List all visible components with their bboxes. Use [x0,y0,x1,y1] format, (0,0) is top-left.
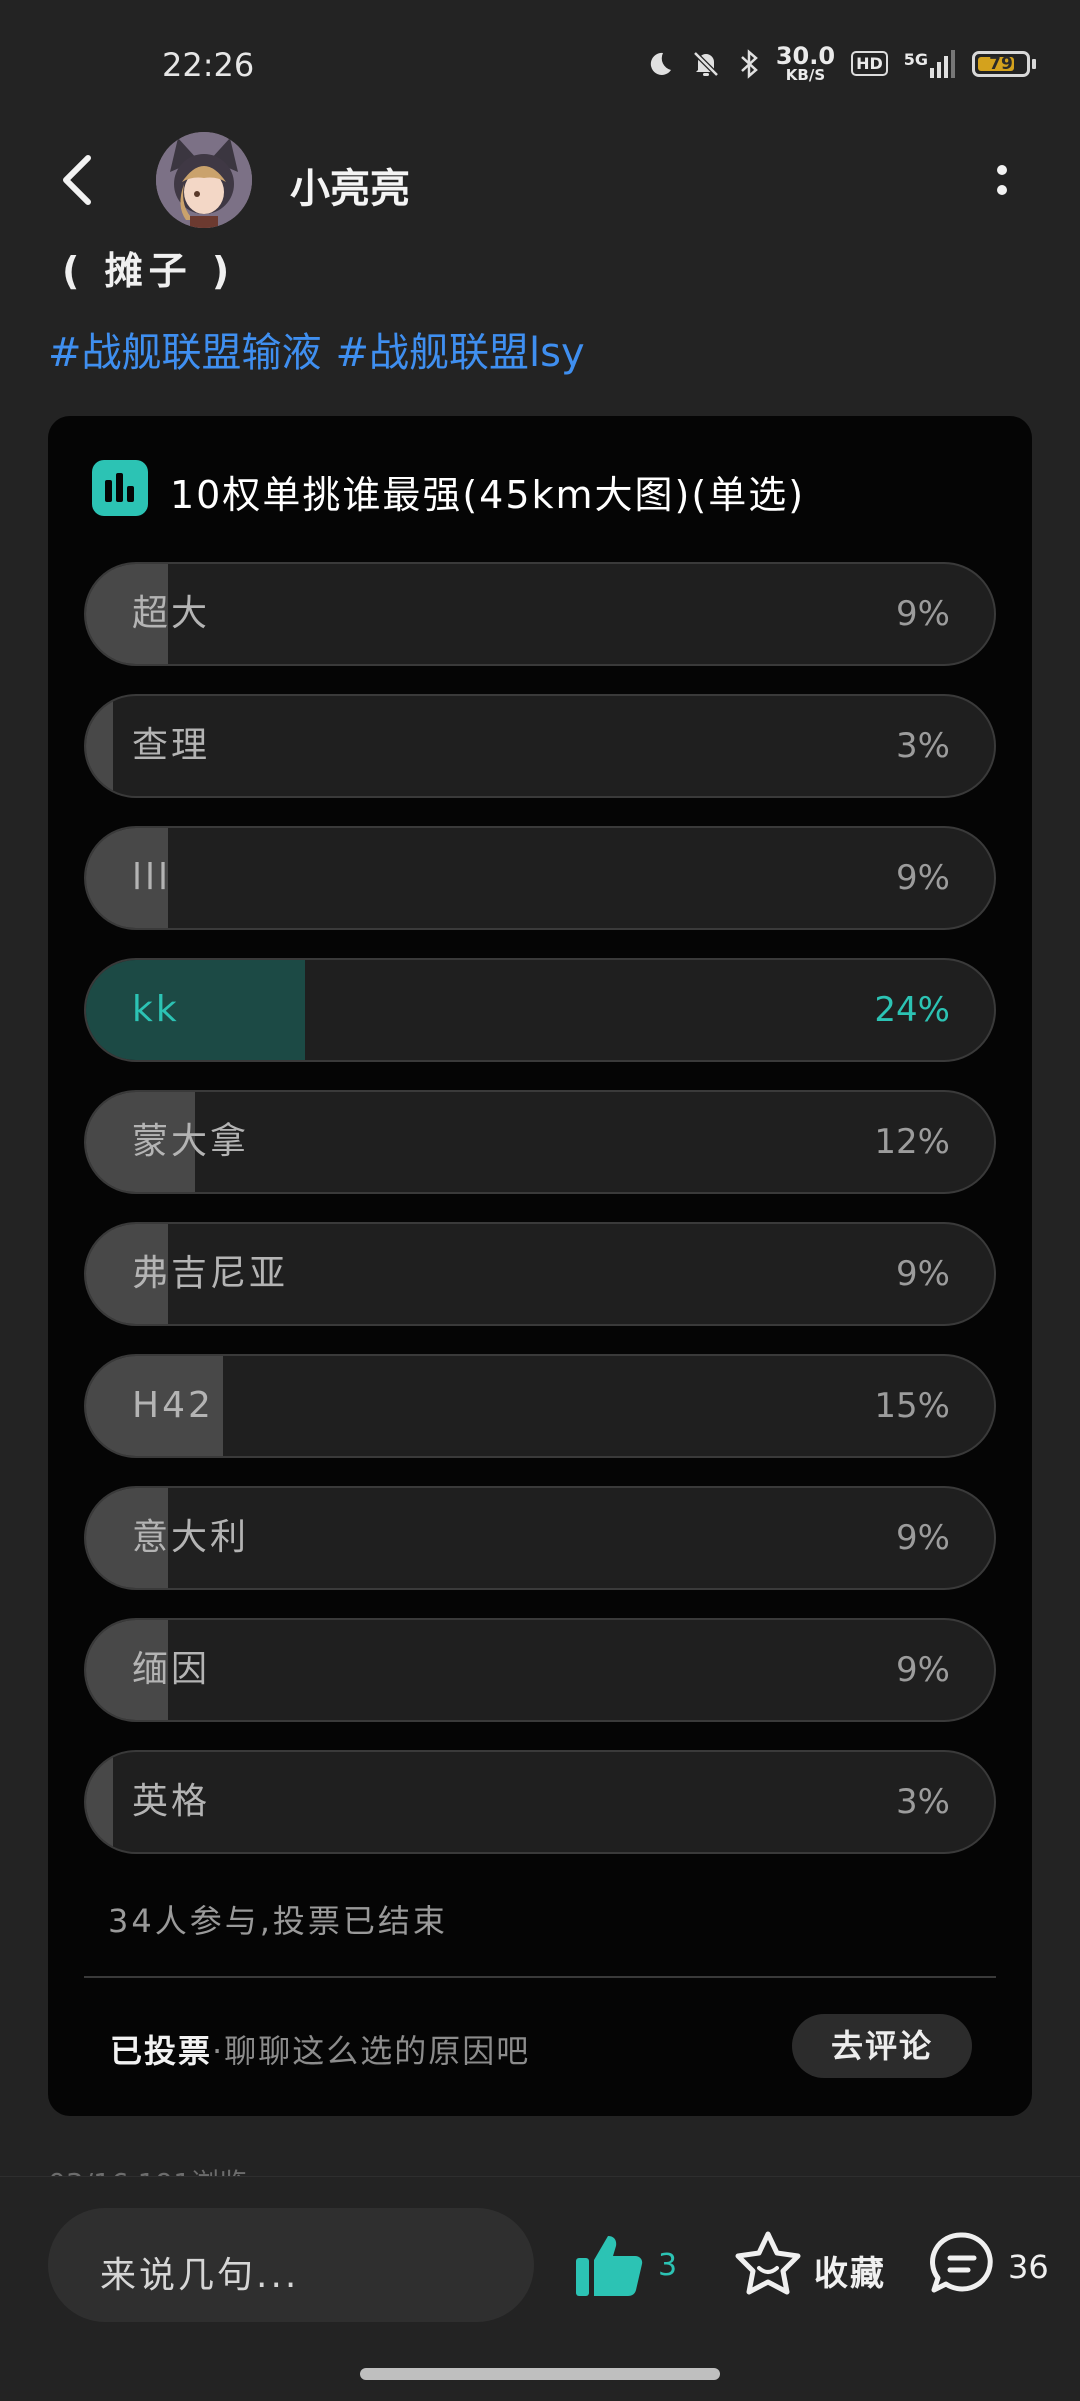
poll-option-bar [86,960,305,1060]
poll-option: 弗吉尼亚 9% [84,1222,996,1326]
poll-option-percent: 24% [874,990,950,1030]
status-time: 22:26 [162,46,255,84]
poll-option-percent: 3% [896,1782,950,1822]
chevron-left-icon [63,155,91,205]
poll-option-percent: 15% [874,1386,950,1426]
status-icons: 30.0 KB/S HD 5G 79 [644,44,1036,83]
topic-tag[interactable]: #战舰联盟lsy [336,320,585,378]
poll-option: 超大 9% [84,562,996,666]
avatar-image [156,132,252,228]
poll-option: 英格 3% [84,1750,996,1854]
poll-option: 缅因 9% [84,1618,996,1722]
like-count: 3 [658,2248,678,2283]
poll-option-percent: 12% [874,1122,950,1162]
battery-icon: 79 [972,50,1036,77]
voted-prompt: 已投票·聊聊这么选的原因吧 [110,2026,530,2072]
poll-option: 查理 3% [84,694,996,798]
bell-muted-icon [693,50,719,77]
moon-icon [650,52,671,75]
like-button[interactable] [574,2232,644,2298]
poll-option: 蒙大拿 12% [84,1090,996,1194]
poll-title: 10权单挑谁最强(45km大图)(单选) [170,473,806,517]
poll-option: kk 24% [84,958,996,1062]
poll-option: lll 9% [84,826,996,930]
comments-button[interactable] [928,2230,996,2296]
poll-option-label: lll [132,857,172,898]
topic-tags: #战舰联盟输液 #战舰联盟lsy [48,320,585,378]
go-comment-button[interactable]: 去评论 [792,2014,972,2078]
poll-option-label: 蒙大拿 [132,1121,250,1162]
signal-bars-icon [930,49,955,78]
back-button[interactable] [54,150,104,210]
more-options-button[interactable] [990,160,1014,204]
signal-label: 5G [903,49,928,69]
poll-option-label: 超大 [132,593,211,634]
poll-option-label: 意大利 [132,1517,250,1558]
poll-option: H42 15% [84,1354,996,1458]
poll-option-percent: 9% [896,858,950,898]
more-vertical-icon [997,165,1007,195]
poll-option-label: 缅因 [132,1649,211,1690]
net-speed-value: 30.0 [775,42,836,70]
avatar[interactable] [156,132,252,228]
poll-option-bar [86,696,113,796]
comment-bubble-icon [930,2232,993,2293]
voted-hint: ·聊聊这么选的原因吧 [212,2032,531,2070]
post-text-fragment: ( 摊子 ) [62,249,236,293]
poll-option-percent: 9% [896,1518,950,1558]
comment-input-placeholder: 来说几句... [100,2255,300,2296]
divider [84,1976,996,1978]
thumbs-up-icon [576,2236,643,2296]
topic-tag[interactable]: #战舰联盟输液 [48,320,322,378]
voted-label: 已投票 [110,2032,213,2070]
poll-option-label: 查理 [132,725,211,766]
poll-option-percent: 9% [896,594,950,634]
battery-level: 79 [989,53,1013,74]
bluetooth-icon [740,48,758,79]
poll-option-label: H42 [132,1385,214,1426]
favorite-button[interactable] [734,2230,802,2296]
poll-option-label: kk [132,989,180,1030]
username[interactable]: 小亮亮 [290,156,410,214]
hd-badge: HD [851,51,888,76]
poll-option-percent: 9% [896,1254,950,1294]
poll-option-label: 弗吉尼亚 [132,1253,289,1294]
signal-indicator: 5G [903,49,956,78]
network-speed: 30.0 KB/S [776,44,835,83]
favorite-label[interactable]: 收藏 [814,2246,886,2295]
poll-participants: 34人参与,投票已结束 [108,1902,448,1940]
poll-option: 意大利 9% [84,1486,996,1590]
poll-option-bar [86,1752,113,1852]
poll-option-percent: 3% [896,726,950,766]
poll-chart-icon [92,460,148,516]
home-indicator[interactable] [360,2368,720,2380]
poll-option-percent: 9% [896,1650,950,1690]
poll-option-label: 英格 [132,1781,211,1822]
net-speed-unit: KB/S [785,66,826,84]
star-icon [735,2231,801,2295]
comment-count: 36 [1008,2248,1049,2286]
